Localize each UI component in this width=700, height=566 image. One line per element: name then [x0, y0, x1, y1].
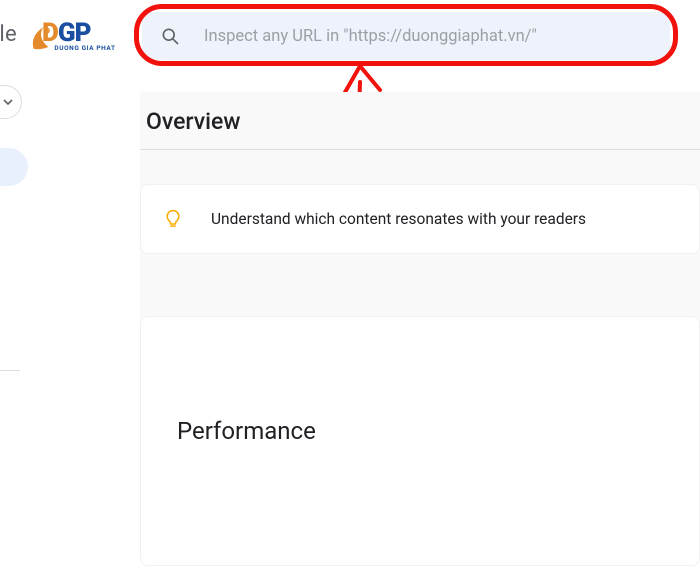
performance-heading: Performance [141, 317, 699, 445]
main-content: Overview Understand which content resona… [140, 92, 700, 500]
url-inspect-searchbar[interactable] [142, 12, 670, 60]
performance-card: Performance [140, 316, 700, 566]
sidebar-item-overview-selected[interactable] [0, 148, 28, 186]
url-inspect-input[interactable] [204, 27, 652, 46]
insight-card[interactable]: Understand which content resonates with … [140, 184, 700, 254]
property-selector-dropdown[interactable] [0, 85, 22, 119]
sidebar-divider [0, 370, 20, 371]
divider [140, 149, 700, 150]
app-title-fragment: onsole [0, 22, 17, 47]
insight-card-text: Understand which content resonates with … [211, 210, 586, 228]
logo-letter-p: P [75, 18, 91, 48]
overview-heading: Overview [140, 92, 700, 149]
dgp-logo-watermark: DGP DUONG GIA PHAT [42, 18, 128, 56]
chevron-down-icon [3, 97, 13, 107]
lightbulb-icon [163, 209, 183, 229]
swoosh-icon [28, 24, 62, 52]
logo-letter-g: G [58, 18, 75, 48]
search-icon [160, 26, 180, 46]
logo-tagline: DUONG GIA PHAT [42, 44, 128, 52]
logo-letter-d: D [42, 18, 58, 48]
